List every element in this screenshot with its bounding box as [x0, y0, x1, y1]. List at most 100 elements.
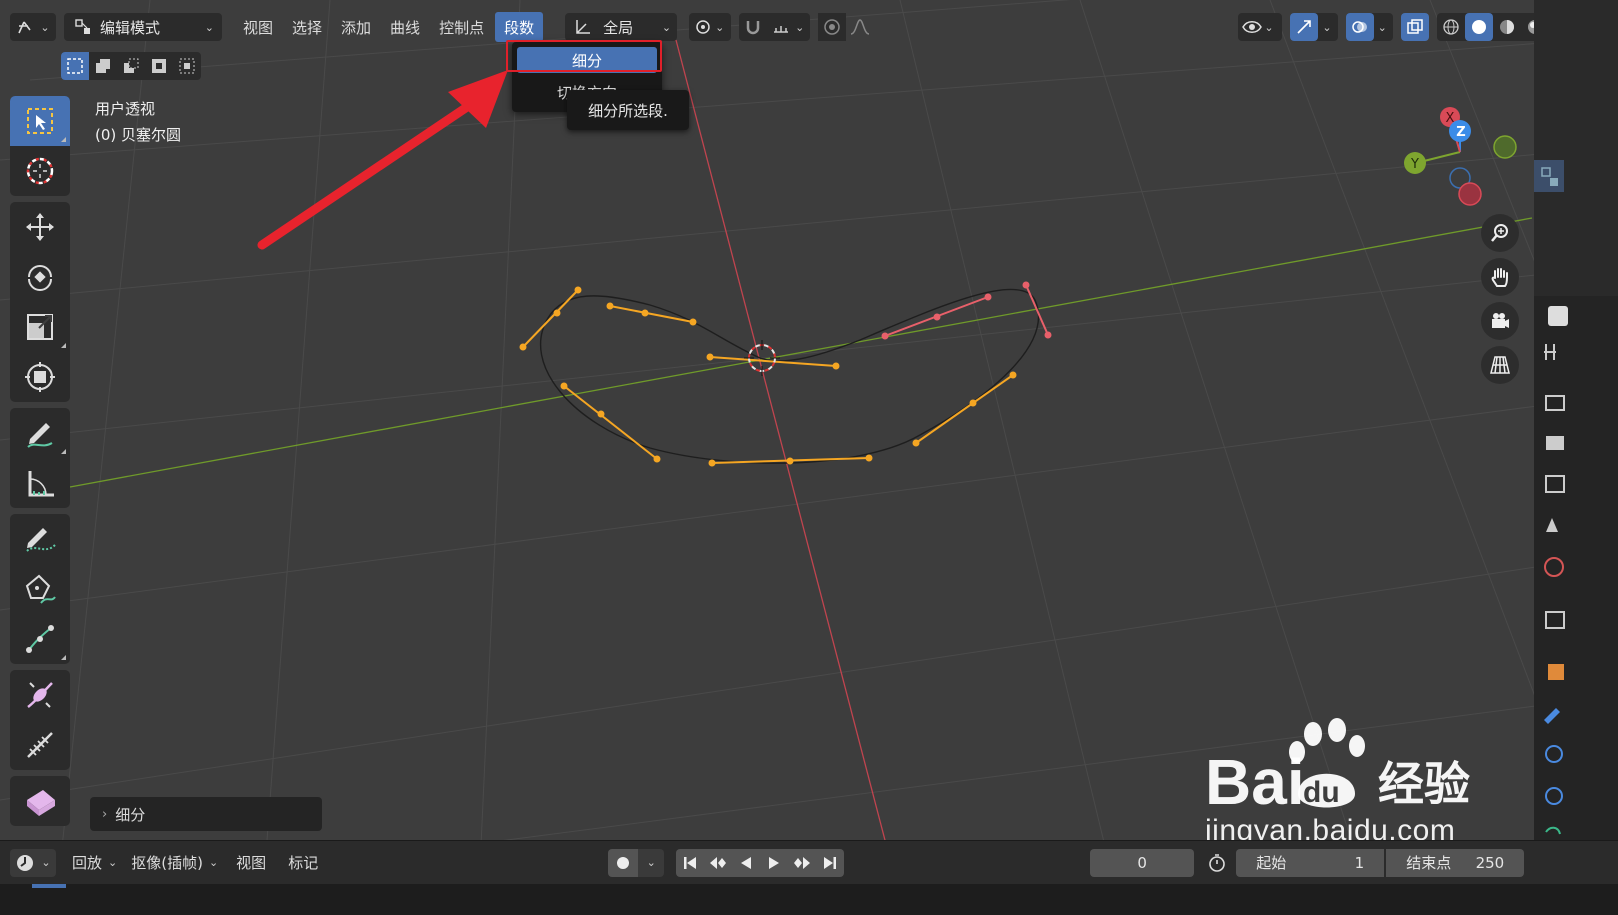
select-new-icon[interactable] — [61, 52, 89, 80]
start-value: 1 — [1354, 853, 1365, 872]
falloff-curve-icon[interactable] — [846, 13, 874, 41]
chevron-down-icon: ⌄ — [646, 856, 656, 869]
pen-tool[interactable] — [10, 564, 70, 614]
snap-magnet-icon[interactable] — [739, 13, 767, 41]
snap-increment-icon[interactable] — [767, 13, 795, 41]
tool-group-annotate — [10, 408, 70, 508]
extrude-curve-icon — [26, 625, 54, 653]
playback-menu[interactable]: 回放 ⌄ — [72, 852, 117, 873]
select-invert-icon[interactable] — [145, 52, 173, 80]
mode-selector[interactable]: 编辑模式 ⌄ — [64, 13, 222, 41]
snapping-group: ⌄ — [739, 13, 811, 41]
transform-orientation-selector[interactable]: 全局 ⌄ — [565, 13, 678, 41]
tilt-tool[interactable] — [10, 720, 70, 770]
scale-tool[interactable] — [10, 302, 70, 352]
annotate-tool[interactable] — [10, 408, 70, 458]
cursor-icon — [26, 157, 54, 185]
material-shading-icon[interactable] — [1493, 13, 1521, 41]
move-arrows-icon — [26, 213, 54, 241]
record-button[interactable] — [608, 848, 639, 877]
keying-menu[interactable]: 抠像(插帧) ⌄ — [131, 852, 218, 873]
record-options-button[interactable]: ⌄ — [638, 848, 665, 877]
next-keyframe-button[interactable] — [788, 848, 817, 877]
editor-type-button[interactable]: ⌄ — [10, 13, 56, 41]
camera-icon — [1492, 313, 1509, 328]
move-tool[interactable] — [10, 202, 70, 252]
prev-keyframe-button[interactable] — [704, 848, 733, 877]
solid-shading-icon[interactable] — [1464, 13, 1493, 41]
svg-text:经验: 经验 — [1378, 757, 1470, 811]
start-label: 起始 — [1256, 854, 1287, 872]
jump-end-button[interactable] — [816, 848, 845, 877]
menu-add[interactable]: 添加 — [332, 12, 380, 42]
visibility-selector[interactable]: ⌄ — [1238, 13, 1283, 41]
marker-menu[interactable]: 标记 — [288, 852, 318, 873]
menu-curve[interactable]: 曲线 — [381, 12, 429, 42]
transform-icon — [25, 362, 55, 392]
bezier-curve[interactable] — [539, 288, 1040, 464]
menu-select[interactable]: 选择 — [283, 12, 331, 42]
chevron-down-icon: ⌄ — [204, 20, 214, 34]
end-label: 结束点 — [1406, 854, 1452, 872]
proportional-edit-icon[interactable] — [818, 13, 847, 41]
start-frame-field[interactable]: 起始 1 — [1236, 848, 1385, 877]
current-frame-field[interactable]: 0 — [1090, 848, 1195, 877]
shear-tool[interactable] — [10, 776, 70, 826]
keying-label: 抠像(插帧) — [131, 854, 203, 872]
zoom-button[interactable] — [1481, 214, 1519, 252]
select-intersect-icon[interactable] — [173, 52, 201, 80]
play-reverse-button[interactable] — [732, 848, 761, 877]
view-name: 用户透视 — [95, 100, 156, 118]
draw-tool[interactable] — [10, 514, 70, 564]
select-extend-icon[interactable] — [89, 52, 117, 80]
camera-view-button[interactable] — [1481, 302, 1519, 340]
tool-variants-indicator — [61, 449, 66, 454]
jump-start-button[interactable] — [676, 848, 705, 877]
orientation-axes-icon — [576, 20, 591, 34]
pan-button[interactable] — [1481, 258, 1519, 296]
transform-tool[interactable] — [10, 352, 70, 402]
last-operator-panel[interactable]: › 细分 — [90, 797, 322, 831]
end-value: 250 — [1475, 853, 1505, 872]
overlays-icon[interactable] — [1345, 13, 1374, 41]
annotation-highlight-box — [506, 40, 662, 72]
wireframe-shading-icon[interactable] — [1437, 13, 1465, 41]
gizmo-y-label: Y — [1410, 157, 1419, 172]
curve-draw-icon — [26, 528, 56, 552]
pivot-point-selector[interactable]: ⌄ — [689, 13, 732, 41]
timeline-editor-type-button[interactable]: ⌄ — [10, 848, 56, 877]
measure-tool[interactable] — [10, 458, 70, 508]
menu-view[interactable]: 视图 — [234, 12, 282, 42]
timeline-view-menu[interactable]: 视图 — [236, 852, 266, 873]
xray-toggle-icon[interactable] — [1400, 13, 1429, 41]
extrude-tool[interactable] — [10, 614, 70, 664]
menu-segments[interactable]: 段数 — [495, 12, 544, 42]
eye-icon — [1238, 13, 1266, 41]
radius-tool[interactable] — [10, 670, 70, 720]
viewport-header: ⌄ 编辑模式 ⌄ 视图 选择 添加 曲线 控制点 段数 全局 ⌄ ⌄ ⌄ ⌄ ⌄ — [0, 8, 1582, 46]
tool-shelf — [10, 96, 70, 832]
curve-editor-icon — [18, 21, 32, 34]
select-box-tool[interactable] — [10, 96, 70, 146]
header-menus: 视图 选择 添加 曲线 控制点 段数 — [232, 12, 544, 42]
play-button[interactable] — [760, 848, 789, 877]
tool-variants-indicator — [61, 137, 66, 142]
cursor-tool[interactable] — [10, 146, 70, 196]
chevron-down-icon: ⌄ — [208, 856, 219, 869]
navigation-gizmo[interactable] — [1404, 107, 1517, 206]
playback-label: 回放 — [72, 854, 103, 872]
select-subtract-icon[interactable] — [117, 52, 145, 80]
stopwatch-icon — [1209, 853, 1226, 872]
preview-range-toggle[interactable] — [1202, 849, 1232, 877]
grid-perspective-icon — [1490, 356, 1510, 374]
rotate-tool[interactable] — [10, 252, 70, 302]
gizmo-icon[interactable] — [1290, 13, 1319, 41]
timeline-header: ⌄ 回放 ⌄ 抠像(插帧) ⌄ 视图 标记 ⌄ 0 起始 1 结束点 250 — [0, 840, 1618, 884]
mode-label: 编辑模式 — [100, 18, 161, 37]
timeline-playhead-marker — [32, 884, 66, 888]
tool-group-transform — [10, 202, 70, 402]
record-dot-icon — [617, 856, 630, 869]
end-frame-field[interactable]: 结束点 250 — [1386, 848, 1525, 877]
menu-control-points[interactable]: 控制点 — [430, 12, 493, 42]
perspective-toggle-button[interactable] — [1481, 346, 1519, 384]
